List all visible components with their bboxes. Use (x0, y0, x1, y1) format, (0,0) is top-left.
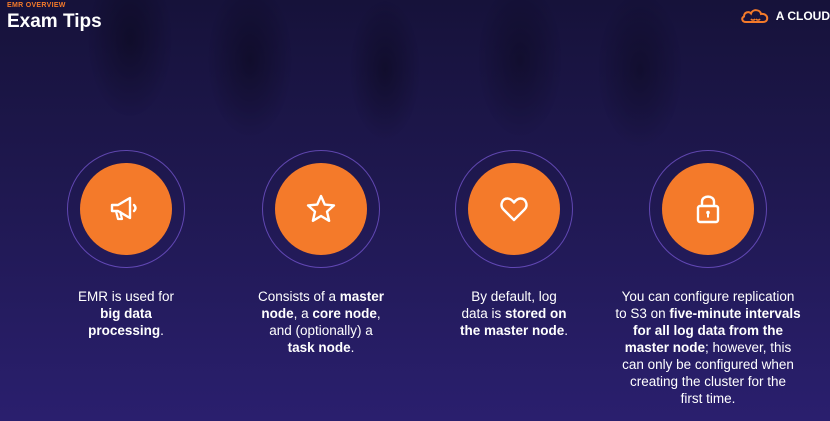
star-icon (305, 193, 337, 225)
section-eyebrow: EMR OVERVIEW (7, 2, 66, 9)
tip-text-bold-segment: for all log data from the (632, 323, 783, 338)
tip-text-segment: . (160, 323, 164, 338)
tip-text: Consists of a master node, a core node, an… (258, 288, 384, 356)
tip-text-segment: and (optionally) a (269, 323, 373, 338)
tip-text: You can configure replication to S3 on fi… (615, 288, 800, 407)
tip-text-segment: Consists of a (257, 289, 340, 304)
tip-text-segment: ; however, this (704, 340, 792, 355)
page-title: Exam Tips (7, 11, 102, 32)
tip-text-segment: to S3 on (615, 306, 670, 321)
icon-circle (80, 163, 172, 255)
lock-icon (695, 193, 721, 225)
tip-text-bold-segment: big data (100, 306, 152, 321)
tip-text-segment: data is (461, 306, 505, 321)
tip-text-segment: creating the cluster for the (629, 374, 787, 389)
tip-text-bold-segment: master node (624, 340, 705, 355)
tip-text-bold-segment: processing (88, 323, 161, 338)
tip-text: EMR is used for big data processing. (78, 288, 174, 339)
brand-logo: A CLOUD (740, 7, 830, 25)
tip-text-segment: . (350, 340, 355, 355)
heart-icon (499, 195, 529, 223)
tip-text-segment: By default, log (471, 289, 557, 304)
icon-ring (455, 150, 573, 268)
icon-circle (468, 163, 560, 255)
icon-circle (662, 163, 754, 255)
tip-text-segment: first time. (680, 391, 736, 406)
megaphone-icon (109, 194, 143, 224)
tip-text-bold-segment: the master node (459, 323, 565, 338)
icon-ring (649, 150, 767, 268)
tip-text-segment: can only be configured when (622, 357, 794, 372)
tip-text-bold-segment: core node (312, 306, 377, 321)
tip-card-s3-replication: You can configure replication to S3 on fi… (588, 150, 828, 407)
tip-text: By default, log data is stored on the mast… (460, 288, 568, 339)
tip-text-segment: , a (293, 306, 313, 321)
icon-ring (262, 150, 380, 268)
icon-circle (275, 163, 367, 255)
tip-text-segment: You can configure replication (621, 289, 795, 304)
tip-text-segment: EMR is used for (77, 289, 175, 304)
cloud-guru-logo-icon (740, 7, 770, 25)
tip-text-bold-segment: node (261, 306, 294, 321)
tip-text-bold-segment: five-minute intervals (669, 306, 801, 321)
icon-ring (67, 150, 185, 268)
tip-text-bold-segment: task node (287, 340, 351, 355)
tip-text-bold-segment: master (339, 289, 385, 304)
brand-name: A CLOUD (775, 9, 830, 23)
tip-text-segment: . (564, 323, 569, 338)
tip-text-bold-segment: stored on (505, 306, 567, 321)
tip-text-segment: , (376, 306, 381, 321)
